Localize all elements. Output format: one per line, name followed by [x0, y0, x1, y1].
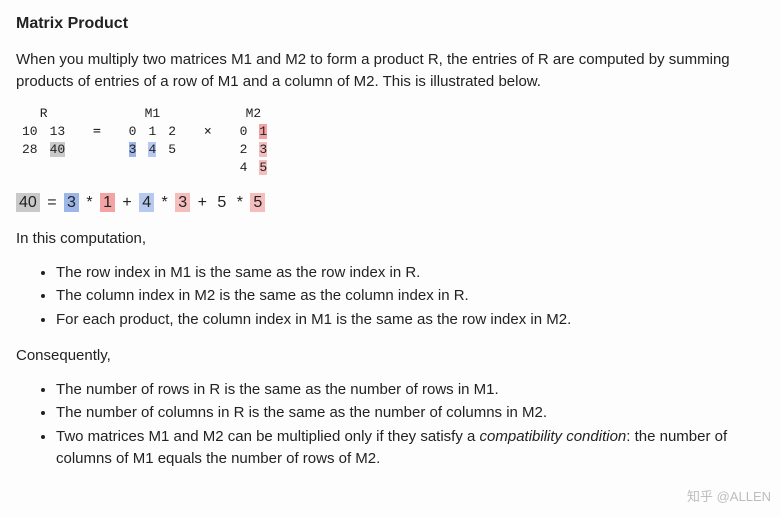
- matrix-M1: M1 0 1 2 3 4 5: [123, 105, 182, 159]
- list-item: For each product, the column index in M1…: [56, 309, 765, 331]
- consequence-list: The number of rows in R is the same as t…: [16, 379, 765, 470]
- matrix-cell: 5: [162, 141, 182, 159]
- list-item: Two matrices M1 and M2 can be multiplied…: [56, 426, 765, 470]
- matrix-cell: 28: [16, 141, 44, 159]
- eq-b2: 3: [175, 193, 190, 212]
- matrix-cell: 10: [16, 123, 44, 141]
- matrix-M2-label: M2: [234, 105, 274, 123]
- eq-a1: 3: [64, 193, 79, 212]
- matrix-R-label: R: [16, 105, 71, 123]
- matrix-R: R 10 13 28 40: [16, 105, 71, 159]
- consequence-intro: Consequently,: [16, 345, 765, 367]
- eq-plus: +: [190, 193, 214, 212]
- watermark-text: 知乎 @ALLEN: [687, 488, 771, 507]
- eq-plus: +: [115, 193, 139, 212]
- times-sign: ×: [190, 105, 226, 142]
- matrix-M1-label: M1: [123, 105, 182, 123]
- eq-a3: 5: [214, 193, 229, 212]
- computation-list: The row index in M1 is the same as the r…: [16, 262, 765, 331]
- matrix-cell: 2: [162, 123, 182, 141]
- matrix-M2: M2 0 1 2 3 4 5: [234, 105, 274, 177]
- list-item-text: Two matrices M1 and M2 can be multiplied…: [56, 428, 480, 445]
- computation-intro: In this computation,: [16, 228, 765, 250]
- matrix-cell: 3: [123, 141, 143, 159]
- matrix-cell: 1: [142, 123, 162, 141]
- list-item: The column index in M2 is the same as th…: [56, 285, 765, 307]
- eq-b1: 1: [100, 193, 115, 212]
- matrix-illustration: R 10 13 28 40 = M1 0 1 2 3 4 5 × M2 0 1: [16, 105, 765, 177]
- matrix-cell: 40: [44, 141, 72, 159]
- matrix-cell: 4: [234, 159, 254, 177]
- matrix-cell: 4: [142, 141, 162, 159]
- eq-lhs: 40: [16, 193, 40, 212]
- matrix-cell: 2: [234, 141, 254, 159]
- matrix-cell: 0: [123, 123, 143, 141]
- eq-op: *: [229, 193, 250, 212]
- intro-paragraph: When you multiply two matrices M1 and M2…: [16, 49, 765, 93]
- list-item: The row index in M1 is the same as the r…: [56, 262, 765, 284]
- matrix-cell: 13: [44, 123, 72, 141]
- eq-op: *: [154, 193, 175, 212]
- matrix-cell: 0: [234, 123, 254, 141]
- matrix-cell: 5: [253, 159, 273, 177]
- eq-b3: 5: [250, 193, 265, 212]
- compatibility-condition-term: compatibility condition: [480, 428, 627, 445]
- page-title: Matrix Product: [16, 12, 765, 35]
- eq-eq: =: [40, 193, 64, 212]
- eq-a2: 4: [139, 193, 154, 212]
- list-item: The number of columns in R is the same a…: [56, 402, 765, 424]
- equation-line: 40 = 3 * 1 + 4 * 3 + 5 * 5: [16, 191, 765, 214]
- list-item: The number of rows in R is the same as t…: [56, 379, 765, 401]
- matrix-cell: 1: [253, 123, 273, 141]
- matrix-cell: 3: [253, 141, 273, 159]
- eq-op: *: [79, 193, 100, 212]
- equals-sign: =: [79, 105, 115, 142]
